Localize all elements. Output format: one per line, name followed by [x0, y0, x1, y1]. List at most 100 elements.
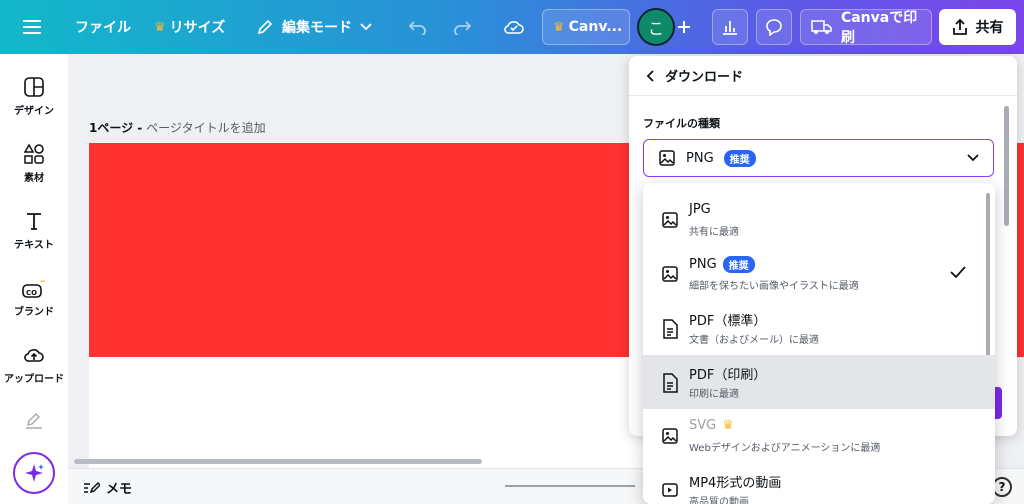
horizontal-scrollbar[interactable] — [74, 459, 482, 464]
left-sidebar: デザイン 素材 テキスト CO ブランド アップロード — [0, 54, 68, 504]
help-label: ? — [998, 480, 1006, 494]
edit-mode-label: 編集モード — [282, 20, 352, 36]
option-desc: 印刷に最適 — [689, 389, 739, 400]
option-title: SVG — [689, 418, 717, 433]
file-option-png[interactable]: PNG 推奨 細部を保ちたい画像やイラストに最適 — [643, 247, 995, 301]
sidebar-item-draw[interactable] — [0, 410, 68, 430]
file-menu-label: ファイル — [75, 20, 131, 36]
file-option-pdf-standard[interactable]: PDF（標準） 文書（およびメール）に最適 — [643, 301, 995, 355]
recommended-badge: 推奨 — [722, 256, 755, 273]
crown-icon: ♛ — [553, 19, 565, 35]
share-button[interactable]: 共有 — [939, 9, 1016, 45]
sparkle-icon — [25, 464, 44, 482]
undo-icon — [408, 21, 426, 35]
option-desc: 高品質の動画 — [689, 497, 749, 504]
chevron-left-icon — [646, 69, 654, 82]
file-option-mp4[interactable]: MP4形式の動画 高品質の動画 — [643, 463, 995, 504]
magic-assistant-button[interactable] — [13, 452, 55, 494]
redo-icon — [454, 21, 472, 35]
image-icon — [662, 212, 678, 228]
page-title[interactable]: 1ページ - ページタイトルを追加 — [89, 119, 266, 136]
option-desc: 共有に最適 — [689, 227, 739, 238]
red-shape[interactable] — [89, 143, 649, 357]
page-title-placeholder: ページタイトルを追加 — [146, 121, 266, 135]
file-type-select[interactable]: PNG 推奨 — [643, 139, 994, 177]
sidebar-item-label: ブランド — [14, 307, 54, 318]
download-panel-header[interactable]: ダウンロード — [629, 56, 1017, 96]
sidebar-item-label: テキスト — [14, 240, 54, 251]
svg-text:CO: CO — [26, 289, 37, 297]
avatar[interactable]: こ — [637, 8, 675, 46]
sidebar-item-text[interactable]: テキスト — [0, 210, 68, 251]
undo-button[interactable] — [408, 9, 428, 45]
cloud-upload-icon — [24, 349, 44, 362]
edit-mode-button[interactable]: 編集モード — [256, 9, 372, 45]
resize-label: リサイズ — [169, 20, 226, 36]
document-icon — [663, 373, 678, 393]
recommended-badge: 推奨 — [723, 149, 756, 167]
file-option-svg[interactable]: SVG ♛ Webデザインおよびアニメーションに最適 — [643, 409, 995, 463]
file-option-jpg[interactable]: JPG 共有に最適 — [643, 193, 995, 247]
sidebar-item-elements[interactable]: 素材 — [0, 143, 68, 184]
option-desc: 細部を保ちたい画像やイラストに最適 — [689, 281, 859, 292]
crown-icon: ♛ — [154, 19, 166, 35]
print-button[interactable]: Canvaで印刷 — [800, 9, 932, 46]
share-icon — [952, 18, 967, 35]
layout-icon — [24, 77, 44, 97]
top-toolbar: ファイル ♛ リサイズ 編集モード ♛ Canv... こ Canvaで印刷 共… — [0, 0, 1024, 54]
insights-button[interactable] — [712, 9, 748, 45]
download-button-edge[interactable] — [994, 387, 1002, 419]
sidebar-item-brand[interactable]: CO ブランド — [0, 277, 68, 318]
chevron-down-icon — [967, 154, 979, 162]
file-option-pdf-print[interactable]: PDF（印刷） 印刷に最適 — [643, 355, 995, 409]
panel-scrollbar[interactable] — [1004, 106, 1009, 226]
plus-icon — [678, 21, 690, 33]
sidebar-item-uploads[interactable]: アップロード — [0, 344, 68, 385]
resize-button[interactable]: ♛ リサイズ — [154, 9, 225, 45]
file-type-label: ファイルの種類 — [643, 117, 720, 130]
comment-button[interactable] — [756, 9, 792, 45]
notes-label: メモ — [106, 482, 133, 497]
draw-icon — [26, 412, 42, 429]
canva-pro-label: Canv... — [568, 19, 623, 35]
pencil-icon — [257, 19, 273, 35]
sidebar-item-design[interactable]: デザイン — [0, 76, 68, 117]
bar-chart-icon — [723, 21, 737, 35]
sidebar-item-label: 素材 — [24, 173, 44, 184]
text-icon — [27, 213, 41, 230]
print-label: Canvaで印刷 — [840, 10, 918, 46]
notes-button[interactable]: メモ — [82, 478, 132, 497]
option-desc: Webデザインおよびアニメーションに最適 — [689, 443, 881, 454]
option-title: JPG — [689, 202, 711, 217]
redo-button[interactable] — [452, 9, 472, 45]
add-collaborator-button[interactable] — [674, 9, 694, 45]
cloud-save-icon[interactable] — [503, 9, 525, 45]
canva-pro-button[interactable]: ♛ Canv... — [542, 9, 630, 45]
download-panel-title: ダウンロード — [665, 70, 744, 85]
help-button[interactable]: ? — [992, 477, 1012, 497]
file-menu-button[interactable]: ファイル — [75, 9, 131, 45]
video-icon — [662, 483, 678, 497]
image-icon — [659, 150, 675, 166]
menu-icon[interactable] — [22, 9, 42, 45]
file-type-dropdown: JPG 共有に最適 PNG 推奨 細部を保ちたい画像やイラストに最適 PDF（標… — [643, 183, 995, 504]
selected-file-type: PNG — [686, 150, 714, 166]
notes-icon — [84, 481, 100, 493]
option-title: PDF（印刷） — [689, 368, 767, 383]
image-icon — [662, 266, 678, 282]
brand-icon: CO — [22, 279, 45, 298]
checkmark-icon — [950, 266, 966, 279]
truck-icon — [811, 20, 832, 34]
share-label: 共有 — [975, 20, 1004, 36]
option-desc: 文書（およびメール）に最適 — [689, 335, 819, 346]
zoom-slider[interactable] — [505, 485, 635, 487]
page-number: 1ページ - — [89, 121, 143, 135]
crown-icon: ♛ — [722, 418, 734, 433]
comment-icon — [766, 19, 782, 36]
chevron-down-icon — [360, 23, 372, 31]
document-icon — [663, 319, 678, 339]
sidebar-item-label: アップロード — [4, 374, 64, 385]
sidebar-item-label: デザイン — [14, 106, 54, 117]
option-title: PNG — [689, 257, 717, 272]
shapes-icon — [23, 143, 44, 164]
